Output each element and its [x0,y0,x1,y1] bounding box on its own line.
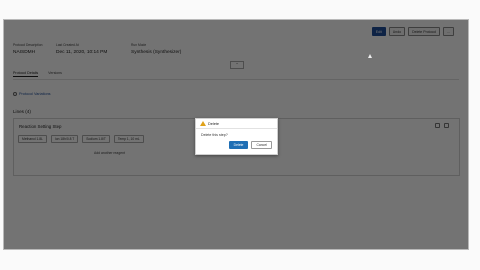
dialog-message: Delete this step? [201,133,228,137]
mouse-cursor-icon [368,54,372,58]
dialog-title: Delete [208,121,219,126]
confirm-delete-button[interactable]: Delete [228,141,249,149]
delete-dialog: Delete Delete this step? Delete Cancel [195,118,278,155]
warning-icon [200,121,206,126]
dialog-header: Delete [196,119,277,129]
screen-frame: Edit Undo Delete Protocol ... Protocol D… [0,0,480,270]
app-window: Edit Undo Delete Protocol ... Protocol D… [3,19,469,250]
dialog-footer: Delete Cancel [228,141,272,149]
cancel-button[interactable]: Cancel [251,141,272,149]
